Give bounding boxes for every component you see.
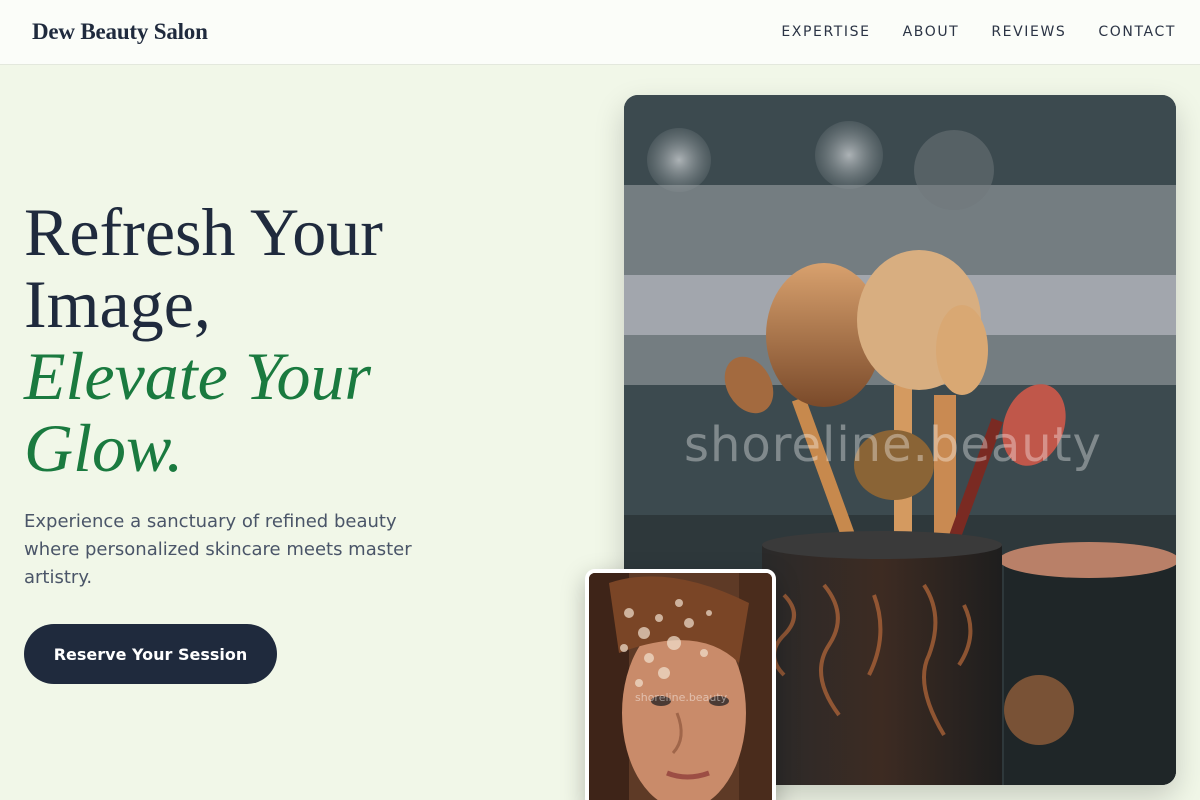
hero-accent-line-1: Elevate Your: [24, 338, 371, 414]
main-image-watermark: shoreline.beauty: [684, 417, 1102, 473]
portrait-image: shoreline.beauty: [585, 569, 776, 800]
hero-accent-line-2: Glow.: [24, 410, 184, 486]
nav-link-about[interactable]: ABOUT: [903, 24, 960, 40]
portrait-illustration: [589, 573, 772, 800]
main-nav: EXPERTISE ABOUT REVIEWS CONTACT: [781, 24, 1176, 40]
nav-link-expertise[interactable]: EXPERTISE: [781, 24, 870, 40]
nav-link-reviews[interactable]: REVIEWS: [991, 24, 1066, 40]
hero-title-line-2: Image,: [24, 266, 211, 342]
hero-subtitle: Experience a sanctuary of refined beauty…: [24, 511, 412, 588]
brand-logo[interactable]: Dew Beauty Salon: [32, 19, 208, 45]
hero-title: Refresh Your Image, Elevate Your Glow.: [24, 196, 544, 484]
portrait-watermark: shoreline.beauty: [635, 691, 728, 704]
site-header: Dew Beauty Salon EXPERTISE ABOUT REVIEWS…: [0, 0, 1200, 65]
nav-link-contact[interactable]: CONTACT: [1098, 24, 1176, 40]
hero-title-line-1: Refresh Your: [24, 194, 383, 270]
reserve-session-button[interactable]: Reserve Your Session: [24, 624, 277, 684]
